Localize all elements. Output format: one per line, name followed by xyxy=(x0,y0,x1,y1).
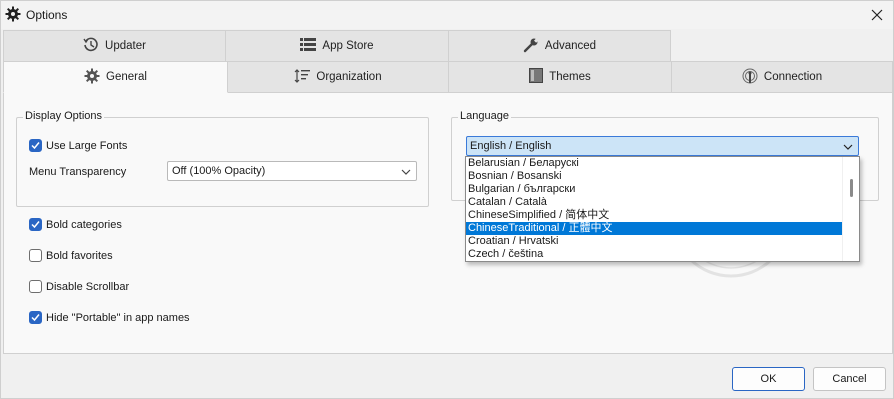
tab-organization[interactable]: Organization xyxy=(228,61,449,93)
bold-favorites-checkbox[interactable]: Bold favorites xyxy=(29,249,113,262)
menu-transparency-select[interactable]: Off (100% Opacity) xyxy=(167,161,417,181)
language-select[interactable]: English / English xyxy=(466,136,859,156)
tab-updater[interactable]: Updater xyxy=(3,30,226,62)
tab-label: General xyxy=(106,71,147,83)
tab-row-filler xyxy=(671,30,893,62)
language-option-highlighted[interactable]: ChineseTraditional / 正體中文 xyxy=(466,222,842,235)
checkbox-box[interactable] xyxy=(29,280,42,293)
tab-label: Themes xyxy=(549,71,591,83)
tab-row-top: Updater App Store Advanced xyxy=(3,30,893,62)
checkbox-label: Disable Scrollbar xyxy=(46,280,130,293)
gear-icon xyxy=(5,6,21,22)
tab-advanced[interactable]: Advanced xyxy=(449,30,671,62)
scrollbar-thumb[interactable] xyxy=(850,179,853,197)
language-option[interactable]: Czech / čeština xyxy=(466,248,842,261)
checkbox-label: Hide "Portable" in app names xyxy=(46,311,190,324)
gear-icon xyxy=(84,68,100,87)
tab-label: Connection xyxy=(763,71,823,83)
tab-label: App Store xyxy=(322,40,374,52)
tab-connection[interactable]: Connection xyxy=(672,61,893,93)
ok-button-label: OK xyxy=(760,373,777,385)
wrench-icon xyxy=(523,37,539,56)
ok-button[interactable]: OK xyxy=(732,367,805,391)
language-option[interactable]: Belarusian / Беларускі xyxy=(466,157,842,170)
checkbox-box[interactable] xyxy=(29,218,42,231)
display-options-legend: Display Options xyxy=(23,110,105,122)
use-large-fonts-checkbox[interactable]: Use Large Fonts xyxy=(29,139,127,152)
updater-clock-icon xyxy=(83,37,99,56)
tab-row-bottom: General Organization Themes Connection xyxy=(3,61,893,93)
checkbox-label: Bold favorites xyxy=(46,249,113,262)
menu-transparency-value: Off (100% Opacity) xyxy=(172,165,266,177)
options-window: Options Updater App Store Advanced Gener… xyxy=(0,0,894,399)
chevron-down-icon xyxy=(401,167,411,179)
sort-icon xyxy=(294,68,311,86)
dropdown-scrollbar[interactable] xyxy=(842,157,859,261)
bold-categories-checkbox[interactable]: Bold categories xyxy=(29,218,122,231)
checkbox-label: Bold categories xyxy=(46,218,122,231)
tab-label: Organization xyxy=(316,71,382,83)
language-option[interactable]: Croatian / Hrvatski xyxy=(466,235,842,248)
tab-label: Advanced xyxy=(544,40,597,52)
language-option[interactable]: Bosnian / Bosanski xyxy=(466,170,842,183)
tab-app-store[interactable]: App Store xyxy=(226,30,449,62)
disable-scrollbar-checkbox[interactable]: Disable Scrollbar xyxy=(29,280,129,293)
connection-antenna-icon xyxy=(742,68,758,87)
checkbox-box[interactable] xyxy=(29,311,42,324)
checkbox-box[interactable] xyxy=(29,139,42,152)
language-dropdown-list[interactable]: Belarusian / Беларускі Bosnian / Bosansk… xyxy=(465,156,860,262)
language-legend: Language xyxy=(458,110,511,122)
language-option[interactable]: ChineseSimplified / 简体中文 xyxy=(466,209,842,222)
themes-window-icon xyxy=(529,68,544,86)
language-option[interactable]: Bulgarian / български xyxy=(466,183,842,196)
checkbox-label: Use Large Fonts xyxy=(46,139,128,152)
tab-general[interactable]: General xyxy=(3,61,228,93)
title-bar: Options xyxy=(1,1,893,29)
menu-transparency-label: Menu Transparency xyxy=(29,166,127,178)
cancel-button-label: Cancel xyxy=(832,373,867,385)
tab-themes[interactable]: Themes xyxy=(449,61,672,93)
checkbox-box[interactable] xyxy=(29,249,42,262)
chevron-down-icon xyxy=(843,142,853,154)
language-option[interactable]: Catalan / Català xyxy=(466,196,842,209)
close-icon[interactable] xyxy=(865,3,889,27)
cancel-button[interactable]: Cancel xyxy=(813,367,886,391)
language-selected-value: English / English xyxy=(470,140,552,152)
hide-portable-checkbox[interactable]: Hide "Portable" in app names xyxy=(29,311,190,324)
window-title: Options xyxy=(26,8,68,22)
tab-label: Updater xyxy=(105,40,146,52)
app-store-list-icon xyxy=(300,37,317,55)
